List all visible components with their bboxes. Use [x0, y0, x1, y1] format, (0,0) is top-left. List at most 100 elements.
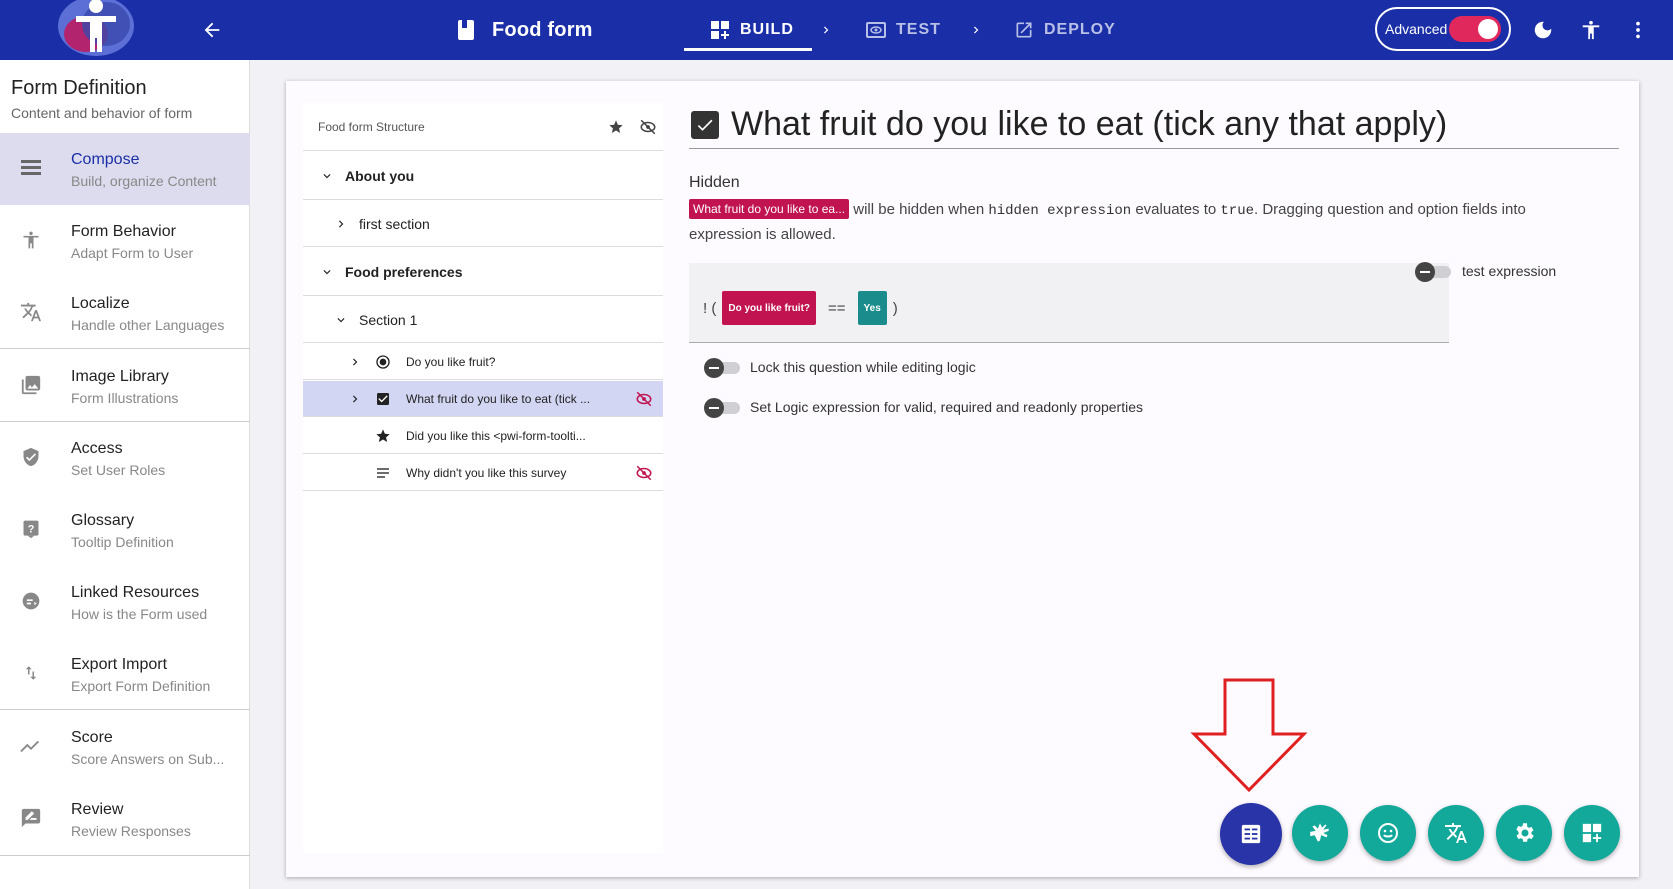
- chevron-right-icon[interactable]: [345, 381, 365, 416]
- lock-question-toggle[interactable]: [704, 358, 742, 378]
- switch-knob: [1478, 19, 1498, 39]
- logic-expression-toggle[interactable]: [704, 398, 742, 418]
- tree-row-section[interactable]: first section: [303, 201, 663, 247]
- open-in-new-icon: [1016, 22, 1032, 38]
- translate-icon: [1445, 823, 1467, 843]
- tree-row-question[interactable]: Do you like fruit?: [303, 344, 663, 380]
- star-icon[interactable]: [604, 115, 628, 139]
- form-view-icon: [1241, 824, 1261, 844]
- translate-button[interactable]: [1428, 805, 1484, 861]
- sidebar-item-access[interactable]: Access Set User Roles: [0, 422, 250, 494]
- smiley-icon: [1378, 823, 1398, 843]
- tree-row-section[interactable]: Section 1: [303, 297, 663, 343]
- dark-mode-button[interactable]: [1527, 14, 1559, 46]
- form-title-group: Food form: [456, 14, 593, 46]
- sidebar-item-desc: Form Illustrations: [71, 390, 179, 406]
- sidebar-item-desc: Adapt Form to User: [71, 245, 194, 261]
- tree-row-question-selected[interactable]: What fruit do you like to eat (tick ...: [303, 381, 663, 417]
- hidden-eye-icon: [633, 388, 655, 410]
- active-tab-indicator: [684, 48, 812, 51]
- structure-tree: Food form Structure About you first sect…: [303, 103, 663, 853]
- tree-row-page[interactable]: About you: [303, 152, 663, 200]
- question-chip[interactable]: What fruit do you like to ea...: [689, 199, 850, 219]
- sidebar-item-label: Score: [71, 729, 113, 746]
- add-widget-button[interactable]: [1564, 805, 1620, 861]
- sidebar-item-desc: Tooltip Definition: [71, 534, 174, 550]
- visibility-off-icon[interactable]: [636, 115, 660, 139]
- tree-row-question[interactable]: Why didn't you like this survey: [303, 455, 663, 491]
- back-arrow-button[interactable]: [196, 14, 228, 46]
- tab-deploy[interactable]: DEPLOY: [1014, 14, 1116, 46]
- advanced-switch[interactable]: [1449, 16, 1501, 42]
- sign-language-icon: [1310, 823, 1329, 842]
- more-menu-button[interactable]: [1622, 14, 1654, 46]
- sidebar-item-desc: Set User Roles: [71, 462, 166, 478]
- book-icon: [458, 20, 474, 40]
- chevron-down-icon[interactable]: [317, 248, 337, 295]
- smiley-button[interactable]: [1360, 805, 1416, 861]
- compose-card: Food form Structure About you first sect…: [286, 81, 1639, 877]
- radio-icon: [373, 352, 393, 372]
- more-vert-icon: [1636, 21, 1640, 39]
- checkbox-icon: [373, 389, 393, 409]
- tree-row-question[interactable]: Did you like this <pwi-form-toolti...: [303, 418, 663, 454]
- tab-test-label: TEST: [896, 21, 941, 38]
- sign-language-button[interactable]: [1292, 805, 1348, 861]
- sidebar-item-export-import[interactable]: Export Import Export Form Definition: [0, 638, 250, 710]
- form-title: Food form: [492, 18, 593, 41]
- sidebar-item-desc: Export Form Definition: [71, 678, 211, 694]
- checkbox-icon: [691, 110, 719, 139]
- sidebar-item-desc: Handle other Languages: [71, 317, 225, 333]
- desc-text: evaluates to: [1135, 201, 1217, 218]
- sidebar-item-linked-resources[interactable]: Linked Resources How is the Form used: [0, 566, 250, 638]
- tree-row-label: Food preferences: [345, 264, 463, 280]
- sidebar-item-review[interactable]: Review Review Responses: [0, 783, 250, 855]
- app-logo[interactable]: [56, 0, 136, 60]
- top-app-bar: Food form BUILD TEST DEPLOY Advanced: [0, 0, 1673, 60]
- compose-icon: [18, 155, 44, 181]
- image-icon: [18, 372, 44, 398]
- svg-text:?: ?: [28, 523, 35, 535]
- sidebar-item-localize[interactable]: Localize Handle other Languages: [0, 277, 250, 349]
- expression-row: ! ( Do you like fruit? == Yes ): [703, 291, 898, 325]
- desc-text: will be hidden when: [853, 201, 985, 218]
- add-widget-icon: [1582, 823, 1602, 843]
- sidebar-item-image-library[interactable]: Image Library Form Illustrations: [0, 350, 250, 422]
- chevron-right-icon[interactable]: [345, 344, 365, 379]
- test-expression-toggle[interactable]: [1415, 262, 1453, 282]
- question-editor: What fruit do you like to eat (tick any …: [689, 81, 1619, 871]
- sidebar-item-label: Localize: [71, 295, 130, 312]
- chevron-right-icon[interactable]: [331, 201, 351, 246]
- chevron-down-icon[interactable]: [317, 152, 337, 199]
- tab-build-label: BUILD: [740, 21, 794, 38]
- tree-header: Food form Structure: [303, 103, 663, 151]
- sidebar-item-score[interactable]: Score Score Answers on Sub...: [0, 711, 250, 783]
- sidebar-item-label: Access: [71, 440, 123, 457]
- expr-answer-chip[interactable]: Yes: [857, 291, 887, 325]
- sidebar-item-label: Linked Resources: [71, 584, 200, 601]
- help-icon: ?: [18, 516, 44, 542]
- sidebar-item-compose[interactable]: Compose Build, organize Content: [0, 133, 250, 205]
- form-view-button[interactable]: [1220, 803, 1282, 865]
- hidden-section-label: Hidden: [689, 174, 740, 191]
- expr-question-chip[interactable]: Do you like fruit?: [722, 291, 817, 325]
- chevron-down-icon[interactable]: [331, 297, 351, 342]
- sidebar-item-label: Compose: [71, 151, 140, 168]
- sidebar: Form Definition Content and behavior of …: [0, 60, 250, 889]
- sidebar-divider: [0, 709, 250, 710]
- accessibility-button[interactable]: [1575, 14, 1607, 46]
- advanced-toggle[interactable]: Advanced: [1375, 7, 1511, 51]
- expr-operator[interactable]: ==: [828, 300, 846, 317]
- question-title-text: What fruit do you like to eat (tick any …: [731, 105, 1448, 143]
- sidebar-item-glossary[interactable]: ? Glossary Tooltip Definition: [0, 494, 250, 566]
- expression-editor[interactable]: ! ( Do you like fruit? == Yes ): [689, 263, 1449, 343]
- code-text: hidden expression: [988, 203, 1132, 219]
- tree-row-page[interactable]: Food preferences: [303, 248, 663, 296]
- lock-question-label: Lock this question while editing logic: [750, 359, 976, 375]
- tab-build[interactable]: BUILD: [710, 14, 794, 46]
- tree-row-label: About you: [345, 168, 415, 184]
- settings-button[interactable]: [1496, 805, 1552, 861]
- sidebar-item-form-behavior[interactable]: Form Behavior Adapt Form to User: [0, 205, 250, 277]
- tab-test[interactable]: TEST: [866, 14, 941, 46]
- build-icon: [711, 21, 729, 39]
